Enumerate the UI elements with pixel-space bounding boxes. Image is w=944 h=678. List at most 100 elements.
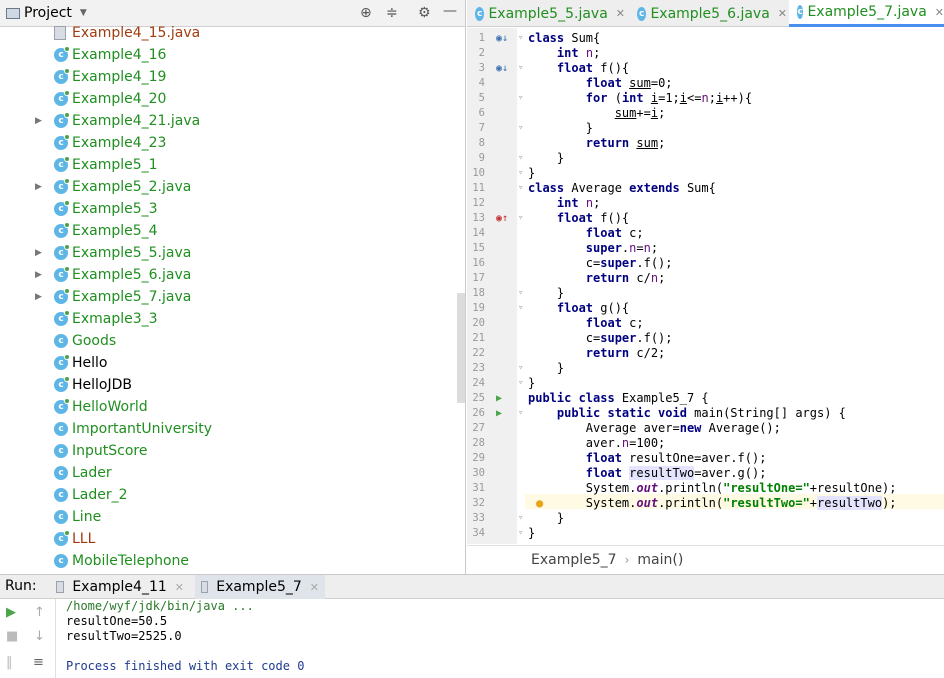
tab-example5-5[interactable]: c Example5_5.java ✕ [467, 0, 625, 27]
fold-icon[interactable]: ▿ [518, 61, 523, 76]
fold-icon[interactable]: ▿ [518, 286, 523, 301]
console-line: resultOne=50.5 [66, 614, 168, 628]
line-number: 19 [472, 302, 485, 314]
class-icon: c [54, 530, 70, 546]
code-line: c=super.f(); [528, 256, 673, 270]
editor-tabs: c Example5_5.java ✕ c Example5_6.java ✕ … [467, 0, 944, 27]
fold-icon[interactable]: ▿ [518, 121, 523, 136]
console-output[interactable]: /home/wyf/jdk/bin/java ... resultOne=50.… [66, 599, 304, 674]
code-line: } [528, 361, 565, 375]
tree-item-label: Example5_3 [72, 201, 158, 217]
close-icon[interactable]: ✕ [175, 581, 184, 594]
expand-arrow-icon[interactable]: ▶ [35, 270, 45, 280]
close-icon[interactable]: ✕ [778, 7, 787, 20]
breadcrumb-method[interactable]: main() [637, 552, 683, 568]
class-icon: c [54, 178, 70, 194]
hide-panel-icon[interactable]: — [443, 3, 457, 19]
stop-icon[interactable]: ■ [6, 629, 18, 644]
run-gutter-icon[interactable]: ▶ [496, 406, 502, 421]
code-line: float resultOne=aver.f(); [585, 451, 767, 465]
class-icon: c [54, 266, 70, 282]
fold-icon[interactable]: ▿ [518, 181, 523, 196]
line-number: 31 [472, 482, 485, 494]
tree-item-label: Example4_15.java [72, 25, 201, 41]
code-line: System.out.println("resultTwo="+resultTw… [528, 496, 897, 510]
down-arrow-icon[interactable]: ↓ [34, 629, 45, 644]
tree-scrollbar[interactable] [457, 293, 465, 403]
class-icon: c [54, 134, 70, 150]
fold-icon[interactable]: ▿ [518, 376, 523, 391]
run-tab-example5-7[interactable]: Example5_7 ✕ [195, 575, 325, 599]
fold-icon[interactable]: ▿ [518, 151, 523, 166]
run-gutter-icon[interactable]: ▶ [496, 391, 502, 406]
close-icon[interactable]: ✕ [310, 581, 319, 594]
code-line: for (int i=1;i<=n;i++){ [585, 91, 753, 105]
locate-target-icon[interactable]: ⊕ [360, 5, 372, 21]
line-number: 22 [472, 347, 485, 359]
code-editor[interactable]: 1 ◉↓ ▿ class Sum{2 int n; 3 ◉↓ ▿ float f(){4 f… [467, 28, 944, 544]
fold-icon[interactable]: ▿ [518, 166, 523, 181]
soft-wrap-icon[interactable]: ≡ [33, 655, 44, 670]
line-number: 20 [472, 317, 485, 329]
up-arrow-icon[interactable]: ↑ [34, 605, 45, 620]
run-tabbar: Run: Example4_11 ✕ Example5_7 ✕ [0, 575, 944, 599]
fold-icon[interactable]: ▿ [518, 406, 523, 421]
fold-icon[interactable]: ▿ [518, 91, 523, 106]
expand-arrow-icon[interactable]: ▶ [35, 248, 45, 258]
tree-item-label: Example5_5.java [72, 245, 192, 261]
project-tree: Example4_15.java c Example4_16 c Example4_19… [0, 22, 465, 574]
console-line: resultTwo=2525.0 [66, 629, 182, 643]
line-number: 27 [472, 422, 485, 434]
project-panel: Project ▼ ⊕ ≑ ⚙ — Example4_15.java c Examp… [0, 0, 466, 574]
fold-icon[interactable]: ▿ [518, 361, 523, 376]
tree-item-label: Example5_7.java [72, 289, 192, 305]
class-icon: c [54, 156, 70, 172]
code-line: Average aver=new Average(); [528, 421, 781, 435]
tree-item-label: InputScore [72, 443, 148, 459]
line-number: 30 [472, 467, 485, 479]
close-icon[interactable]: ✕ [616, 7, 625, 20]
collapse-all-icon[interactable]: ≑ [386, 5, 398, 21]
run-label: Run: [5, 578, 37, 594]
code-line: float c; [585, 226, 644, 240]
code-line: } [528, 511, 565, 525]
pause-icon[interactable]: ‖ [6, 655, 13, 670]
tab-example5-7[interactable]: c Example5_7.java ✕ [789, 0, 944, 27]
class-icon: c [54, 466, 68, 480]
class-icon: c [54, 46, 70, 62]
class-icon: c [54, 334, 68, 348]
console-command: /home/wyf/jdk/bin/java ... [66, 599, 254, 613]
fold-icon[interactable]: ▿ [518, 31, 523, 46]
close-icon[interactable]: ✕ [935, 6, 944, 19]
overrides-icon[interactable]: ◉↑ [496, 211, 508, 226]
chevron-down-icon[interactable]: ▼ [80, 8, 87, 18]
tab-example5-6[interactable]: c Example5_6.java ✕ [629, 0, 787, 27]
lightbulb-icon[interactable]: ● [536, 496, 543, 511]
overridden-icon[interactable]: ◉↓ [496, 31, 508, 46]
run-tab-example4-11[interactable]: Example4_11 ✕ [50, 575, 190, 599]
java-file-icon [54, 26, 66, 40]
line-number: 2 [478, 47, 485, 59]
code-line: c=super.f(); [528, 331, 673, 345]
overridden-icon[interactable]: ◉↓ [496, 61, 508, 76]
project-title[interactable]: Project [24, 5, 72, 21]
breadcrumb-class[interactable]: Example5_7 [531, 552, 617, 568]
run-toolbar: ▶ ↑ ■ ↓ ‖ ≡ [0, 599, 56, 678]
expand-arrow-icon[interactable]: ▶ [35, 116, 45, 126]
expand-arrow-icon[interactable]: ▶ [35, 292, 45, 302]
class-icon: c [54, 554, 68, 568]
tree-item-label: Line [72, 509, 102, 525]
fold-icon[interactable]: ▿ [518, 301, 523, 316]
code-line: float f(){ [556, 211, 630, 225]
fold-icon[interactable]: ▿ [518, 526, 523, 541]
fold-icon[interactable]: ▿ [518, 211, 523, 226]
rerun-icon[interactable]: ▶ [6, 605, 16, 620]
tree-item-label: Lader [72, 465, 112, 481]
expand-arrow-icon[interactable]: ▶ [35, 182, 45, 192]
class-icon: c [54, 68, 70, 84]
code-line: float resultTwo=aver.g(); [585, 466, 767, 480]
gear-icon[interactable]: ⚙ [418, 5, 431, 21]
fold-icon[interactable]: ▿ [518, 511, 523, 526]
line-number: 1 [478, 32, 485, 44]
tree-item-label: Goods [72, 333, 117, 349]
